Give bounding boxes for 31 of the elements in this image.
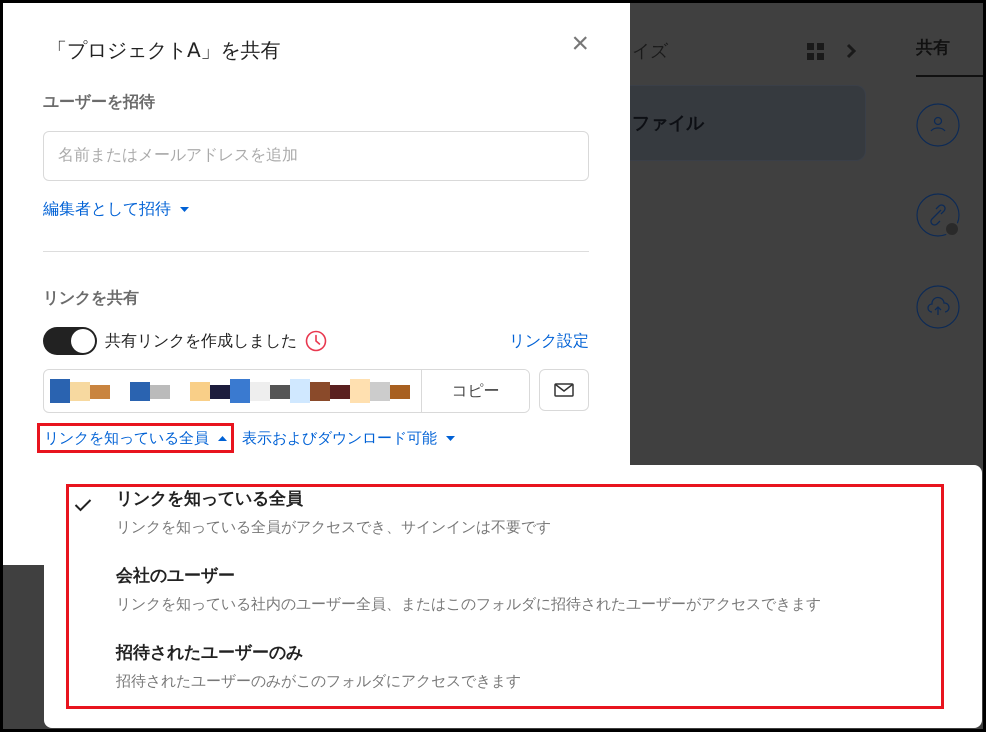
option-title: 招待されたユーザーのみ (116, 642, 304, 664)
link-status-text: 共有リンクを作成しました (105, 330, 297, 352)
permission-dropdown[interactable]: 表示およびダウンロード可能 (242, 428, 455, 448)
cloud-upload-icon (916, 285, 960, 329)
url-field[interactable]: コピー (43, 369, 530, 413)
menu-item[interactable]: 招待されたユーザーのみ 招待されたユーザーのみがこのフォルダにアクセスできます (74, 641, 982, 718)
copy-button[interactable]: コピー (421, 370, 529, 412)
invite-role-dropdown[interactable]: 編集者として招待 (43, 199, 190, 220)
share-link-toggle[interactable] (43, 327, 97, 355)
option-description: 招待されたユーザーのみがこのフォルダにアクセスできます (116, 672, 521, 691)
caret-down-icon (446, 436, 455, 441)
section-heading: ユーザーを招待 (43, 92, 156, 113)
menu-item[interactable]: 会社のユーザー リンクを知っている社内のユーザー全員、またはこのフォルダに招待されたユーザーがアクセスできます (74, 564, 982, 641)
option-description: リンクを知っている社内のユーザー全員、またはこのフォルダに招待されたユーザーがアクセスできます (116, 595, 821, 614)
option-description: リンクを知っている全員がアクセスでき、サインインは不要です (116, 518, 551, 537)
person-icon (916, 103, 960, 147)
section-heading: リンクを共有 (43, 288, 140, 309)
menu-item[interactable]: リンクを知っている全員 リンクを知っている全員がアクセスでき、サインインは不要です (74, 487, 982, 564)
invite-input-field[interactable]: 名前またはメールアドレスを追加 (43, 131, 589, 181)
email-button[interactable] (539, 369, 589, 411)
envelope-icon (554, 383, 574, 397)
close-button[interactable]: × (571, 29, 589, 59)
option-title: リンクを知っている全員 (116, 488, 304, 510)
caret-up-icon (218, 436, 227, 442)
caret-down-icon (180, 207, 190, 212)
access-dropdown[interactable]: リンクを知っている全員 (44, 429, 227, 447)
link-settings-link[interactable]: リンク設定 (509, 330, 589, 352)
option-title: 会社のユーザー (116, 565, 236, 587)
dialog-title: 「プロジェクトA」を共有 (47, 37, 281, 64)
link-icon (916, 193, 962, 239)
clock-icon (305, 330, 327, 352)
